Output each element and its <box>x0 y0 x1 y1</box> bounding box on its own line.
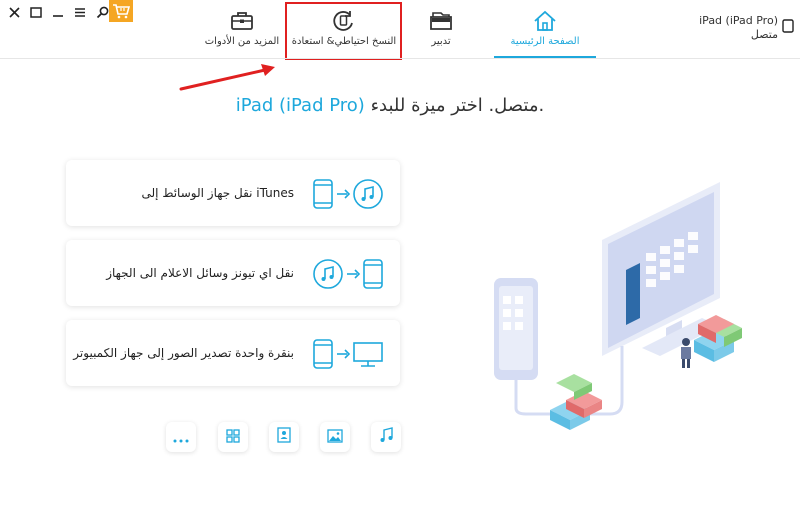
transfer-illustration <box>494 182 742 430</box>
header-divider <box>0 58 800 59</box>
music-button[interactable] <box>371 422 401 452</box>
card-icons <box>312 338 384 374</box>
main-tabs: المزيد من الأدوات النسخ احتياطي& استعادة… <box>0 0 800 58</box>
arrow-right-icon <box>334 178 352 214</box>
phone-icon <box>362 258 384 294</box>
annotation-arrow-icon <box>179 64 275 91</box>
card-itunes-to-device[interactable]: نقل اي تيونز وسائل الاعلام الى الجهاز <box>66 240 400 306</box>
headline-text: متصل. اختر ميزة للبدء. <box>364 95 545 116</box>
backup-restore-icon <box>332 10 356 32</box>
arrow-right-icon <box>344 258 362 294</box>
tab-label: المزيد من الأدوات <box>204 36 280 47</box>
monitor-icon <box>352 338 384 374</box>
more-icon <box>173 428 189 447</box>
card-label: بنقرة واحدة تصدير الصور إلى جهاز الكمبيو… <box>73 346 294 360</box>
folder-icon <box>429 10 453 32</box>
music-icon <box>379 427 393 447</box>
phone-icon <box>312 178 334 214</box>
tab-label: تدبير <box>431 36 451 47</box>
apps-icon <box>226 428 240 447</box>
toolbox-icon <box>230 10 254 32</box>
device-brand-text: iPad (iPad Pro) <box>235 95 365 116</box>
apps-button[interactable] <box>218 422 248 452</box>
home-icon <box>533 10 557 32</box>
card-label: نقل جهاز الوسائط إلى iTunes <box>141 186 294 200</box>
photos-button[interactable] <box>320 422 350 452</box>
tab-manage[interactable]: تدبير <box>406 0 476 58</box>
card-label: نقل اي تيونز وسائل الاعلام الى الجهاز <box>106 266 294 280</box>
card-media-to-itunes[interactable]: نقل جهاز الوسائط إلى iTunes <box>66 160 400 226</box>
contacts-button[interactable] <box>269 422 299 452</box>
more-button[interactable] <box>166 422 196 452</box>
card-export-photos[interactable]: بنقرة واحدة تصدير الصور إلى جهاز الكمبيو… <box>66 320 400 386</box>
card-icons <box>312 178 384 214</box>
music-icon <box>352 178 384 214</box>
music-icon <box>312 258 344 294</box>
tab-more-tools[interactable]: المزيد من الأدوات <box>198 0 286 58</box>
photos-icon <box>327 428 343 447</box>
tab-label: النسخ احتياطي& استعادة <box>291 36 397 47</box>
tab-home[interactable]: الصفحة الرئيسية <box>494 0 596 58</box>
phone-icon <box>312 338 334 374</box>
contacts-icon <box>277 427 291 447</box>
arrow-right-icon <box>334 338 352 374</box>
tab-backup-restore[interactable]: النسخ احتياطي& استعادة <box>286 0 402 58</box>
tab-label: الصفحة الرئيسية <box>510 36 580 47</box>
card-icons <box>312 258 384 294</box>
